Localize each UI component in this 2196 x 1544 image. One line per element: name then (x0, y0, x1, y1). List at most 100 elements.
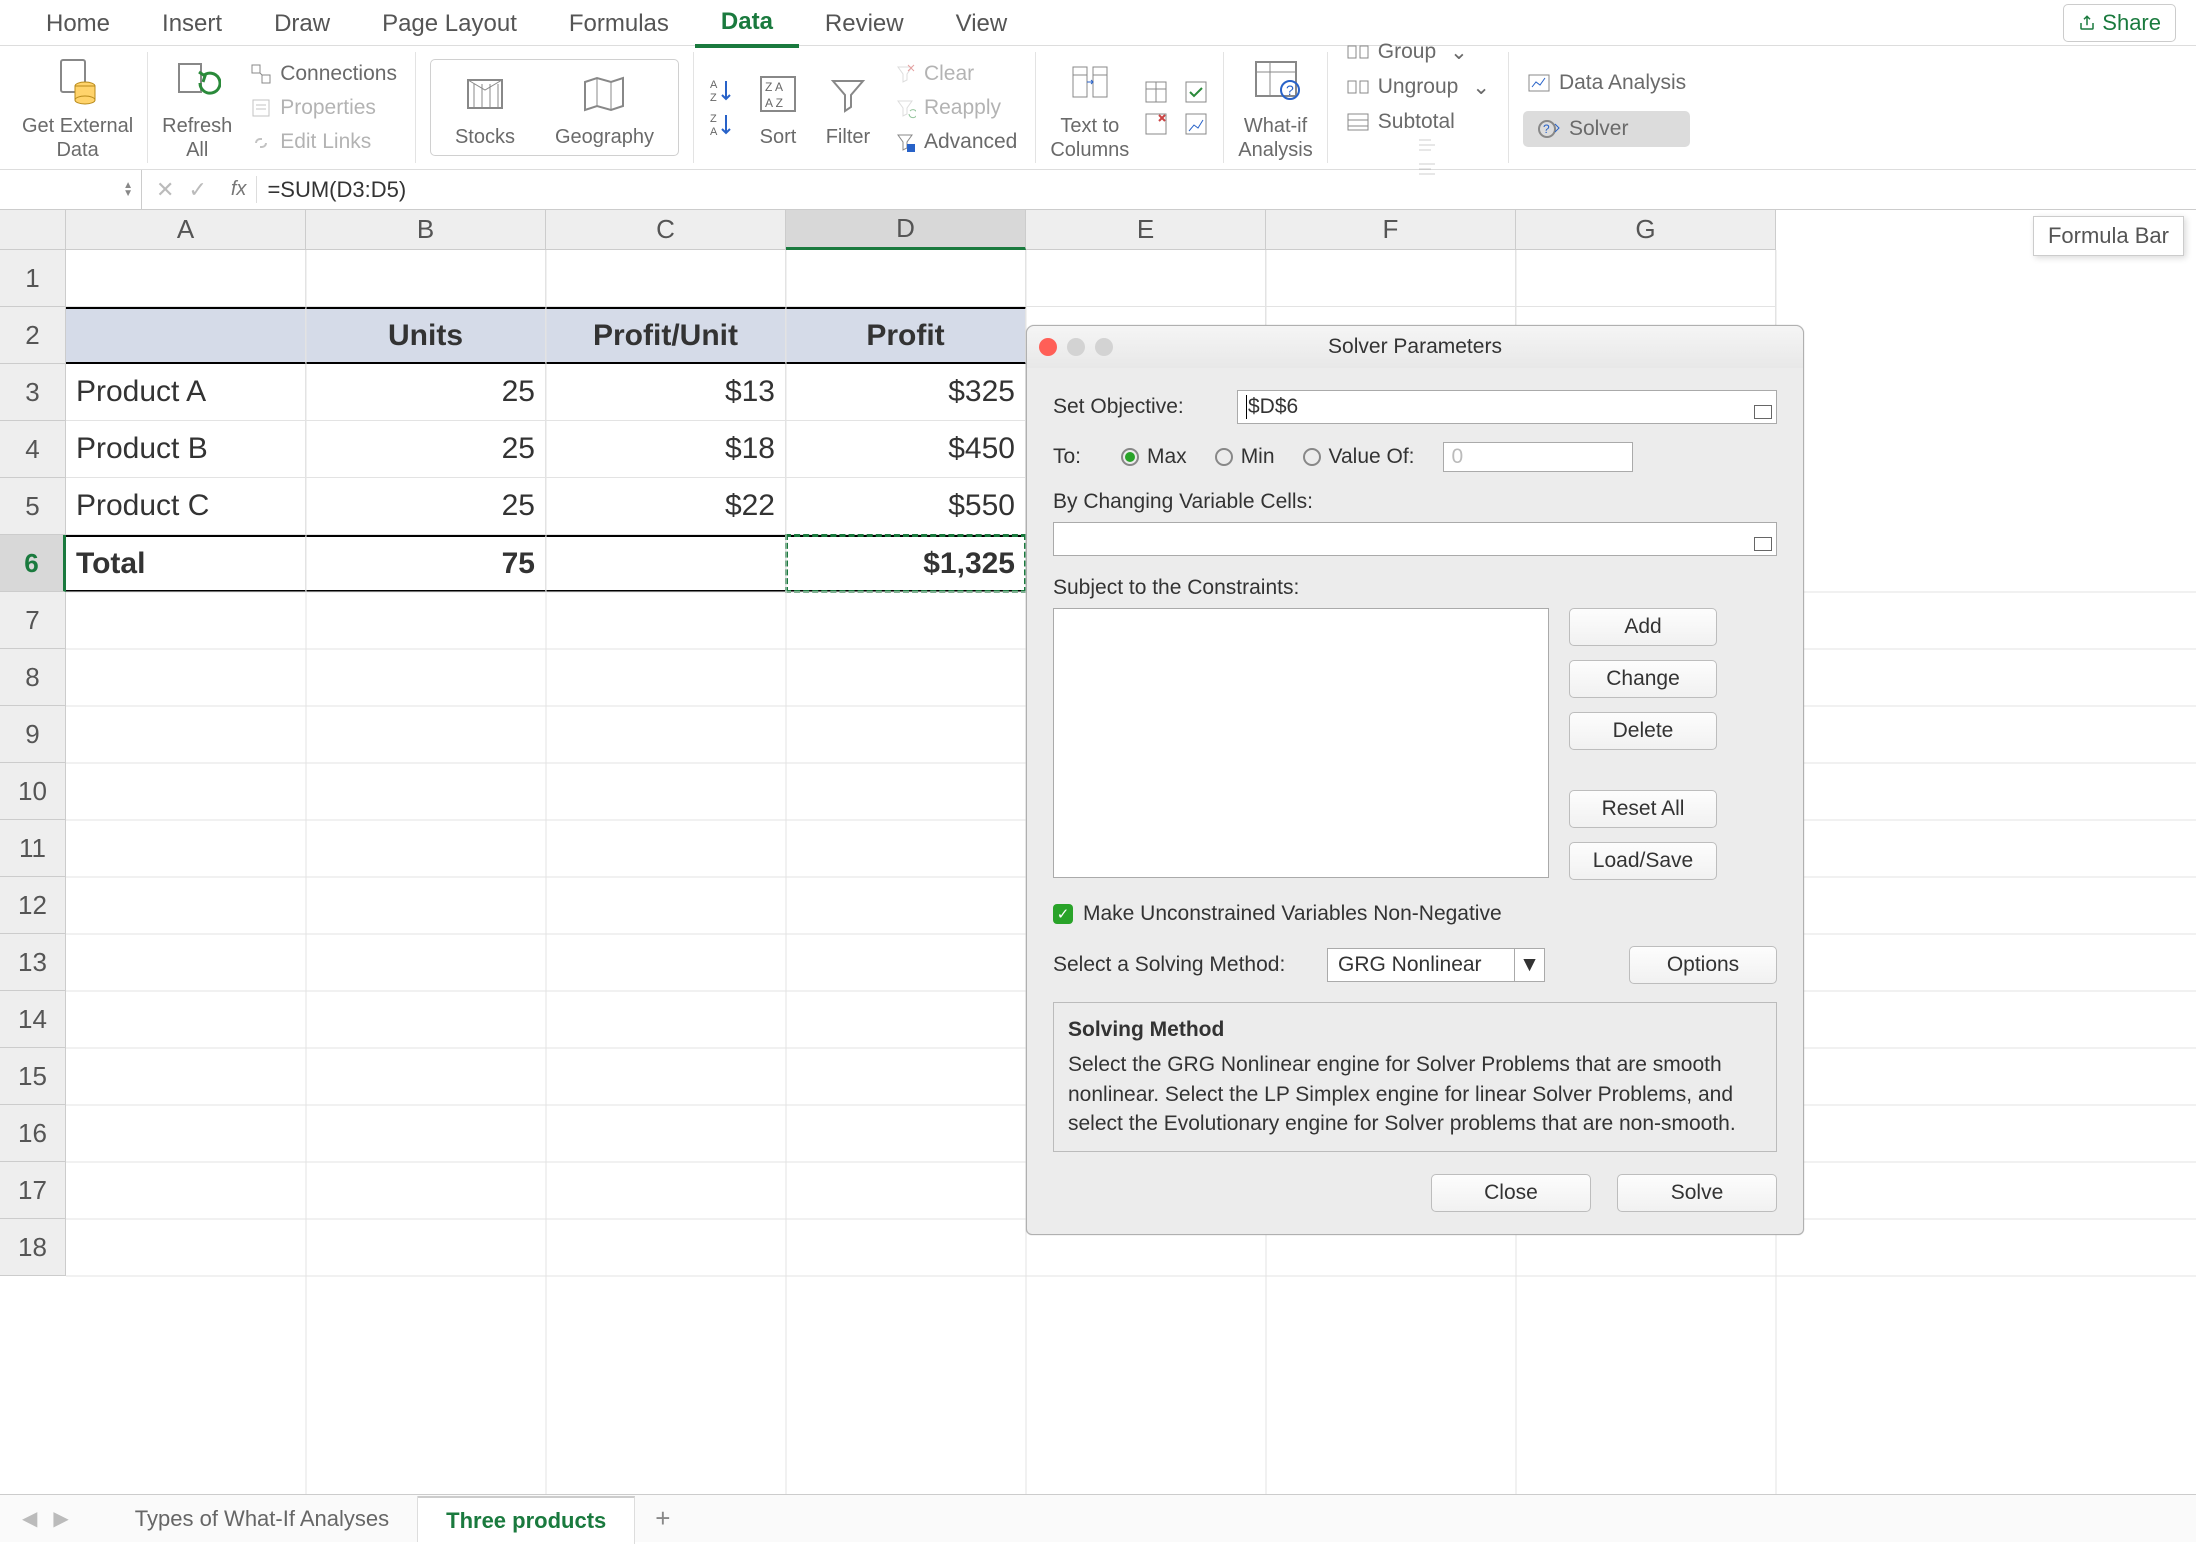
sort-desc-button[interactable]: ZA (708, 111, 736, 139)
ref-picker-button[interactable] (1754, 537, 1772, 551)
get-external-data-button[interactable]: Get ExternalData (22, 54, 133, 162)
stocks-button[interactable]: Stocks (455, 66, 515, 149)
row-header-9[interactable]: 9 (0, 706, 66, 763)
cell-B6[interactable]: 75 (306, 535, 546, 592)
constraints-listbox[interactable] (1053, 608, 1549, 878)
row-header-8[interactable]: 8 (0, 649, 66, 706)
add-sheet-button[interactable]: + (635, 1503, 690, 1534)
cell-B3[interactable]: 25 (306, 364, 546, 421)
options-button[interactable]: Options (1629, 946, 1777, 984)
max-radio[interactable]: Max (1121, 445, 1187, 469)
col-header-F[interactable]: F (1266, 210, 1516, 250)
cell-G1[interactable] (1516, 250, 1776, 307)
row-header-1[interactable]: 1 (0, 250, 66, 307)
load-save-button[interactable]: Load/Save (1569, 842, 1717, 880)
row-header-13[interactable]: 13 (0, 934, 66, 991)
cell-A2[interactable] (66, 307, 306, 364)
cell-D1[interactable] (786, 250, 1026, 307)
cell-B2[interactable]: Units (306, 307, 546, 364)
edit-links-button[interactable]: Edit Links (246, 128, 401, 156)
cell-B1[interactable] (306, 250, 546, 307)
row-header-5[interactable]: 5 (0, 478, 66, 535)
fx-label[interactable]: fx (221, 178, 257, 201)
row-header-2[interactable]: 2 (0, 307, 66, 364)
row-header-3[interactable]: 3 (0, 364, 66, 421)
add-constraint-button[interactable]: Add (1569, 608, 1717, 646)
sort-button[interactable]: Z AA Z Sort (750, 66, 806, 149)
solving-method-select[interactable]: GRG Nonlinear ▼ (1327, 948, 1545, 982)
filter-button[interactable]: Filter (820, 66, 876, 149)
cell-A5[interactable]: Product C (66, 478, 306, 535)
row-header-12[interactable]: 12 (0, 877, 66, 934)
row-header-14[interactable]: 14 (0, 991, 66, 1048)
reset-all-button[interactable]: Reset All (1569, 790, 1717, 828)
advanced-button[interactable]: Advanced (890, 128, 1021, 156)
row-header-7[interactable]: 7 (0, 592, 66, 649)
col-header-C[interactable]: C (546, 210, 786, 250)
tab-review[interactable]: Review (799, 0, 930, 46)
col-header-G[interactable]: G (1516, 210, 1776, 250)
text-to-columns-button[interactable]: Text toColumns (1050, 54, 1129, 162)
unconstrained-checkbox[interactable]: ✓ (1053, 904, 1073, 924)
col-header-D[interactable]: D (786, 210, 1026, 250)
change-constraint-button[interactable]: Change (1569, 660, 1717, 698)
cell-A6[interactable]: Total (66, 535, 306, 592)
whatif-analysis-button[interactable]: ? What-ifAnalysis (1238, 54, 1312, 162)
geography-button[interactable]: Geography (555, 66, 654, 149)
delete-constraint-button[interactable]: Delete (1569, 712, 1717, 750)
cancel-formula-button[interactable]: ✕ (156, 177, 174, 203)
group-button[interactable]: Group⌄ (1342, 38, 1494, 67)
row-header-4[interactable]: 4 (0, 421, 66, 478)
row-header-15[interactable]: 15 (0, 1048, 66, 1105)
data-analysis-button[interactable]: Data Analysis (1523, 69, 1690, 97)
formula-input[interactable]: =SUM(D3:D5) (257, 177, 406, 203)
show-detail-button[interactable] (1417, 136, 1439, 154)
cell-C3[interactable]: $13 (546, 364, 786, 421)
cell-F1[interactable] (1266, 250, 1516, 307)
properties-button[interactable]: Properties (246, 94, 401, 122)
dialog-titlebar[interactable]: Solver Parameters (1027, 326, 1803, 368)
refresh-all-button[interactable]: RefreshAll (162, 54, 232, 162)
flash-fill-button[interactable] (1143, 79, 1169, 105)
tab-data[interactable]: Data (695, 0, 799, 48)
data-validation-button[interactable] (1183, 79, 1209, 105)
cell-C1[interactable] (546, 250, 786, 307)
row-header-18[interactable]: 18 (0, 1219, 66, 1276)
tab-insert[interactable]: Insert (136, 0, 248, 46)
cell-C6[interactable] (546, 535, 786, 592)
value-of-input[interactable]: 0 (1443, 442, 1633, 472)
cell-D2[interactable]: Profit (786, 307, 1026, 364)
sort-asc-button[interactable]: AZ (708, 77, 736, 105)
ungroup-button[interactable]: Ungroup⌄ (1342, 73, 1494, 102)
share-button[interactable]: Share (2063, 4, 2176, 42)
cell-D4[interactable]: $450 (786, 421, 1026, 478)
cell-D3[interactable]: $325 (786, 364, 1026, 421)
tab-draw[interactable]: Draw (248, 0, 356, 46)
min-radio[interactable]: Min (1215, 445, 1275, 469)
clear-button[interactable]: Clear (890, 60, 1021, 88)
cell-C5[interactable]: $22 (546, 478, 786, 535)
consolidate-button[interactable] (1183, 111, 1209, 137)
cell-D5[interactable]: $550 (786, 478, 1026, 535)
cell-C2[interactable]: Profit/Unit (546, 307, 786, 364)
cell-A3[interactable]: Product A (66, 364, 306, 421)
row-header-17[interactable]: 17 (0, 1162, 66, 1219)
tab-formulas[interactable]: Formulas (543, 0, 695, 46)
tab-view[interactable]: View (930, 0, 1034, 46)
cell-B5[interactable]: 25 (306, 478, 546, 535)
col-header-E[interactable]: E (1026, 210, 1266, 250)
tab-page-layout[interactable]: Page Layout (356, 0, 543, 46)
row-header-6[interactable]: 6 (0, 535, 66, 592)
connections-button[interactable]: Connections (246, 60, 401, 88)
set-objective-input[interactable]: $D$6 (1237, 390, 1777, 424)
name-box[interactable]: ▲▼ (0, 170, 142, 209)
cell-E1[interactable] (1026, 250, 1266, 307)
solver-button[interactable]: ?Solver (1523, 111, 1690, 147)
col-header-A[interactable]: A (66, 210, 306, 250)
solve-button[interactable]: Solve (1617, 1174, 1777, 1212)
row-header-16[interactable]: 16 (0, 1105, 66, 1162)
reapply-button[interactable]: Reapply (890, 94, 1021, 122)
hide-detail-button[interactable] (1417, 160, 1439, 178)
close-button[interactable]: Close (1431, 1174, 1591, 1212)
select-all-corner[interactable] (0, 210, 66, 250)
